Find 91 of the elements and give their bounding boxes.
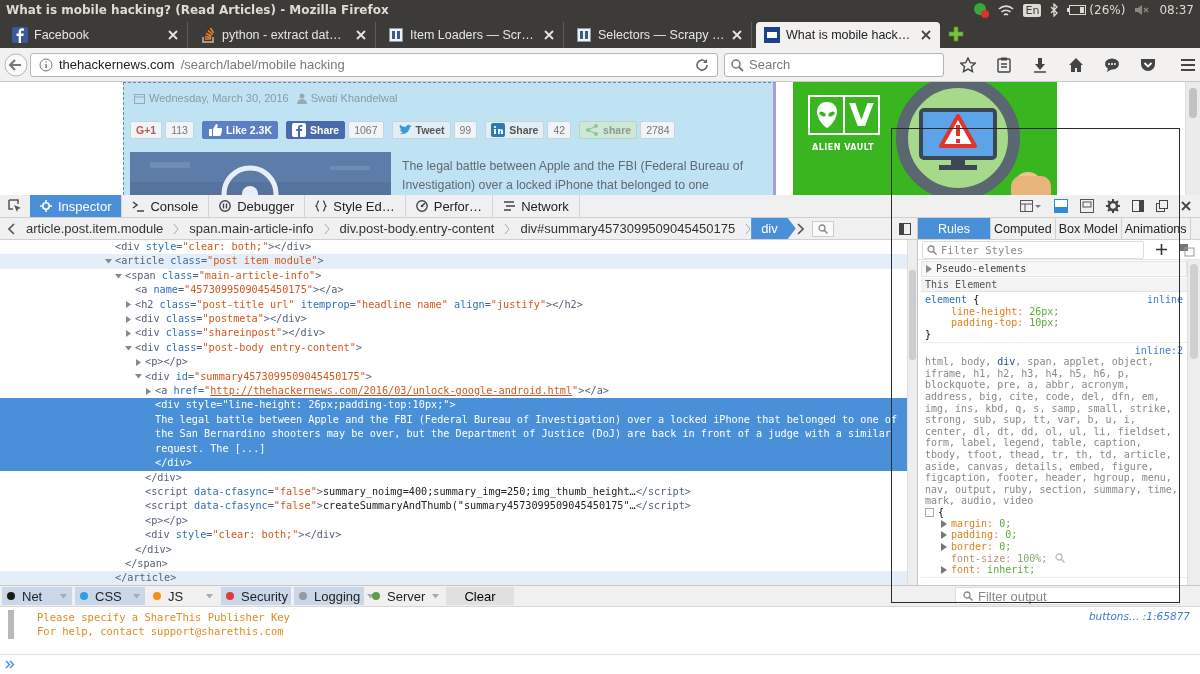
- markup-text: </div>: [145, 470, 182, 485]
- clear-button[interactable]: Clear: [446, 587, 514, 605]
- markup-text: </article>: [115, 571, 177, 585]
- address-bar[interactable]: thehackernews.com /search/label/mobile hacking: [30, 52, 718, 77]
- markup-row[interactable]: <div class="shareinpost"></div>: [0, 326, 907, 341]
- markup-text: <div class="shareinpost"></div>: [135, 326, 326, 341]
- markup-text: </div>: [155, 456, 193, 471]
- breadcrumb[interactable]: span.main-article-info: [179, 218, 324, 239]
- share-count: 1067: [348, 121, 384, 139]
- breadcrumb[interactable]: div#summary4573099509045450175: [510, 218, 746, 239]
- devtools-tab[interactable]: Perfor…: [405, 195, 494, 217]
- markup-text: </div>: [135, 542, 172, 557]
- sidebar-tab[interactable]: Computed: [990, 218, 1056, 239]
- logo: V: [808, 95, 880, 135]
- markup-row[interactable]: <p></p>: [0, 355, 907, 370]
- section-header: This Element: [921, 277, 1187, 293]
- filter-toggle[interactable]: Net: [2, 587, 72, 605]
- search-field[interactable]: Search: [724, 52, 944, 77]
- markup-row[interactable]: <div class="postmeta"></div>: [0, 312, 907, 327]
- markup-row[interactable]: <h2 class="post-title url" itemprop="headline name" align="justify"></h2>: [0, 297, 907, 313]
- markup-text: <div style="clear: both;"></div>: [115, 240, 312, 254]
- markup-row[interactable]: <script data-cfasync="false">createSummaryAndThumb("summary4573099509045450175"…</script>: [0, 499, 907, 514]
- markup-text: <script data-cfasync="false">createSummaryAndThumb("summary4573099509045450175"…</script>: [145, 499, 691, 514]
- window-title: What is mobile hacking? (Read Articles) - Mozilla Firefox: [6, 3, 390, 17]
- open-brace: {: [938, 506, 945, 518]
- markup-row[interactable]: </article>: [0, 571, 907, 585]
- console-message: For help, contact support@sharethis.com: [37, 624, 285, 638]
- markup-row[interactable]: <p></p>: [0, 513, 907, 529]
- markup-row[interactable]: </span>: [0, 556, 907, 572]
- markup-text: <script data-cfasync="false">summary_noimg=400;summary_img=250;img_thumb_height…</script>: [145, 484, 691, 500]
- filter-toggle[interactable]: Security: [221, 587, 291, 605]
- markup-row[interactable]: </div>: [0, 470, 907, 485]
- share-button[interactable]: Share: [286, 121, 346, 139]
- share-button[interactable]: Tweet: [391, 121, 451, 139]
- share-button[interactable]: Like 2.3K: [201, 121, 278, 139]
- devtools-tab[interactable]: Style Ed…: [305, 195, 406, 217]
- close-brace: }: [925, 328, 933, 341]
- filter-toggle[interactable]: JS: [148, 587, 218, 605]
- breadcrumb[interactable]: article.post.item.module: [16, 218, 174, 239]
- markup-row[interactable]: <article class="post item module">: [0, 254, 907, 269]
- markup-text: <div style="line-height: 26px;padding-top:10px;">: [155, 398, 457, 413]
- markup-text: <p></p>: [145, 355, 188, 370]
- markup-text: <div id="summary4573099509045450175">: [145, 369, 372, 384]
- share-button[interactable]: G+1: [130, 121, 163, 139]
- markup-row[interactable]: <a name="4573099509045450175"></a>: [0, 283, 907, 298]
- markup-text: <a href="http://thehackernews.com/2016/03/unlock-google-android.html"></a>: [155, 384, 609, 399]
- source-link[interactable]: buttons… :1:65877: [1088, 610, 1190, 654]
- markup-row[interactable]: <script data-cfasync="false">summary_noimg=400;summary_img=250;img_thumb_height…</script>: [0, 484, 907, 500]
- markup-text: <div class="post-body entry-content">: [135, 340, 362, 355]
- markup-row[interactable]: <div id="summary4573099509045450175">: [0, 369, 907, 385]
- keyboard-layout-indicator[interactable]: En: [1023, 3, 1042, 17]
- filter-toggle[interactable]: CSS: [75, 587, 145, 605]
- browser-tab[interactable]: What is mobile hack…: [756, 22, 940, 48]
- markup-text: </span>: [125, 556, 168, 571]
- console-message: Please specify a ShareThis Publisher Key: [37, 610, 290, 624]
- filter-toggle[interactable]: Server: [367, 587, 437, 605]
- clock: 08:37: [1159, 3, 1194, 17]
- pseudo-elements-toggle[interactable]: Pseudo-elements: [921, 261, 1187, 277]
- battery-percentage: (26%): [1089, 3, 1126, 17]
- open-brace: {: [973, 294, 980, 306]
- markup-text: <div class="postmeta"></div>: [135, 312, 307, 327]
- markup-text: <article class="post item module">: [115, 254, 324, 269]
- markup-text: <h2 class="post-title url" itemprop="headline name" align="justify"></h2>: [135, 297, 583, 312]
- markup-row[interactable]: <div style="clear: both;"></div>: [0, 240, 907, 255]
- markup-row[interactable]: <a href="http://thehackernews.com/2016/03/unlock-google-android.html"></a>: [0, 384, 907, 399]
- markup-text: <div style="clear: both;"></div>: [145, 528, 342, 543]
- author-name: Swati Khandelwal: [310, 92, 398, 104]
- devtools-tab[interactable]: Network: [493, 195, 580, 217]
- share-count: 99: [453, 121, 478, 139]
- markup-row[interactable]: <div class="post-body entry-content">: [0, 340, 907, 356]
- brand-name: ALIEN VAULT: [812, 143, 875, 152]
- share-button[interactable]: Share: [485, 121, 545, 139]
- markup-text: <p></p>: [145, 513, 188, 528]
- sidebar-tab[interactable]: Box Model: [1055, 218, 1122, 239]
- breadcrumb[interactable]: div.post-body.entry-content: [329, 218, 505, 239]
- css-selector: html, body, div, span, applet, object, iframe, h1, h2, h3, h4, h5, h6, p, blockquote, pre, a, abbr, acronym, address, big, cite, code, del, dfn, em, img, ins, kbd, q, s, samp, small, strike, strong, sub, sup, tt, var, b, u, i, center, dl, dt, dd, ol, ul, li, fieldset, form, label, legend, table, caption, tbody, tfoot, thead, tr, th, td, article, aside, canvas, details, embed, figure, figcaption, footer, header, hgroup, menu, nav, output, ruby, section, summary, time, mark, audio, video: [925, 356, 1178, 507]
- filter-output-field[interactable]: Filter output: [955, 587, 1180, 605]
- post-date: Wednesday, March 30, 2016: [149, 92, 289, 104]
- markup-row[interactable]: </div>: [0, 542, 907, 557]
- filter-styles-field[interactable]: Filter Styles: [922, 240, 1144, 259]
- share-count: 2784: [640, 121, 676, 139]
- devtools-tab[interactable]: Debugger: [209, 195, 306, 217]
- markup-row[interactable]: <div style="clear: both;"></div>: [0, 528, 907, 543]
- markup-text: <a name="4573099509045450175"></a>: [135, 283, 344, 298]
- article-excerpt: The legal battle between Apple and the FBI (Federal Bureau of Investigation) over a locked iPhone that belonged to one: [402, 158, 745, 194]
- devtools-tab[interactable]: Console: [122, 195, 210, 217]
- markup-text: <span class="main-article-info">: [125, 268, 322, 283]
- css-selector: element: [925, 294, 968, 306]
- share-count: 42: [547, 121, 572, 139]
- markup-row[interactable]: <span class="main-article-info">: [0, 268, 907, 284]
- share-count: 113: [165, 121, 194, 139]
